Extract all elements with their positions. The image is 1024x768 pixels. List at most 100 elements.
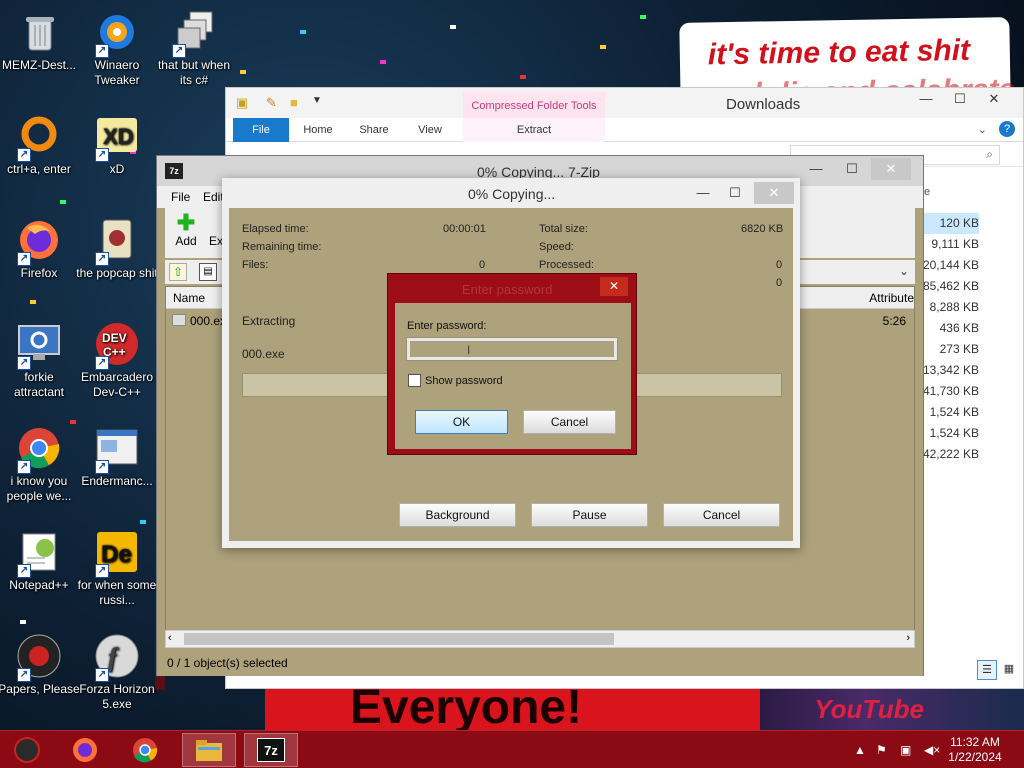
wallpaper-banner-bottom: Everyone! <box>265 686 760 732</box>
list-item[interactable]: 436 KB <box>919 318 979 339</box>
clock-time: 11:32 AM <box>950 735 1000 749</box>
customize-qat-icon[interactable]: ▼ <box>312 95 322 106</box>
taskbar-firefox[interactable] <box>58 733 112 767</box>
status-text: 0 / 1 object(s) selected <box>167 656 288 670</box>
large-icons-view-icon[interactable]: ▦ <box>999 660 1019 680</box>
taskbar-7zip[interactable]: 7z <box>244 733 298 767</box>
network-icon[interactable]: ▣ <box>900 743 911 757</box>
ribbon-tabs: File Home Share View Extract ⌄ ? <box>226 118 1023 142</box>
horizontal-scrollbar[interactable]: ‹ › <box>165 630 915 648</box>
desktop-icon-forkie[interactable]: ↗ forkie attractant <box>0 320 80 400</box>
menu-file[interactable]: File <box>171 190 190 204</box>
flag-icon[interactable]: ⚑ <box>876 743 887 757</box>
desktop-icon-enderman[interactable]: ↗ Endermanc... <box>76 424 158 489</box>
desktop-icon-label: Endermanc... <box>81 474 153 488</box>
details-view-icon[interactable]: ☰ <box>977 660 997 680</box>
extra-value: 0 <box>776 277 783 289</box>
quick-access-icon[interactable]: ▣ <box>236 95 248 111</box>
desktop-icon-forza[interactable]: f ↗ Forza Horizon 5.exe <box>76 632 158 712</box>
list-item[interactable]: 9,111 KB <box>919 234 979 255</box>
chevron-down-icon[interactable]: ⌄ <box>899 264 909 278</box>
new-folder-icon[interactable]: ■ <box>290 95 298 110</box>
ribbon-expand-icon[interactable]: ⌄ <box>978 123 987 136</box>
close-button[interactable]: ✕ <box>600 277 628 296</box>
list-item[interactable]: 42,222 KB <box>919 444 979 465</box>
add-button[interactable]: ✚ Add <box>171 212 201 249</box>
properties-icon[interactable]: ✎ <box>266 95 277 111</box>
text-cursor-icon: I <box>467 343 471 357</box>
scroll-right-icon[interactable]: › <box>906 632 910 644</box>
desktop-icon-label: i know you people we... <box>6 474 72 503</box>
list-item[interactable]: 85,462 KB <box>919 276 979 297</box>
password-input[interactable] <box>406 337 618 361</box>
window-title: Downloads <box>726 96 801 113</box>
desktop-icon-ctrla[interactable]: ↗ ctrl+a, enter <box>0 112 80 177</box>
desktop-icon-winaero[interactable]: ↗ Winaero Tweaker <box>76 8 158 88</box>
desktop-icon-popcap[interactable]: ↗ the popcap shit <box>76 216 158 281</box>
desktop-icon-chrome[interactable]: ↗ i know you people we... <box>0 424 80 504</box>
taskbar-chrome[interactable] <box>118 733 172 767</box>
search-icon: ⌕ <box>986 147 993 161</box>
list-item[interactable]: 13,342 KB <box>919 360 979 381</box>
list-item[interactable]: 273 KB <box>919 339 979 360</box>
clock[interactable]: 11:32 AM 1/22/2024 <box>940 735 1010 765</box>
tab-file[interactable]: File <box>233 118 289 142</box>
minimize-button[interactable]: — <box>909 88 943 110</box>
close-button[interactable]: ✕ <box>977 88 1011 110</box>
list-item[interactable]: 8,288 KB <box>919 297 979 318</box>
svg-text:DEV: DEV <box>102 331 127 345</box>
scroll-thumb[interactable] <box>184 633 614 645</box>
browse-icon[interactable]: ▤ <box>199 263 217 281</box>
minimize-button[interactable]: — <box>686 182 720 204</box>
desktop-icon-label: Winaero Tweaker <box>94 58 140 87</box>
tab-share[interactable]: Share <box>352 118 396 142</box>
column-attributes[interactable]: Attribute <box>869 291 914 305</box>
recycle-bin-icon <box>15 8 63 56</box>
desktop-icon-notepadpp[interactable]: ↗ Notepad++ <box>0 528 80 593</box>
volume-muted-icon[interactable]: ◀× <box>924 743 940 757</box>
desktop-icon-csharp[interactable]: ↗ that but when its c# <box>153 8 235 88</box>
up-folder-icon[interactable]: ⇧ <box>169 263 187 281</box>
show-hidden-icons-icon[interactable]: ▲ <box>854 743 866 757</box>
maximize-button[interactable]: ☐ <box>718 182 752 204</box>
tab-home[interactable]: Home <box>296 118 340 142</box>
windows-copy-icon: ↗ <box>170 8 218 58</box>
scroll-left-icon[interactable]: ‹ <box>168 632 172 644</box>
desktop-icon-xd[interactable]: XD ↗ xD <box>76 112 158 177</box>
desktop-icon-russi[interactable]: De ↗ for when some russi... <box>76 528 158 608</box>
list-item[interactable]: 41,730 KB <box>919 381 979 402</box>
tab-view[interactable]: View <box>408 118 452 142</box>
banner-line-1: it's time to eat shit <box>707 33 971 72</box>
desktop-icon-memz[interactable]: MEMZ-Dest... <box>0 8 80 73</box>
list-item[interactable]: 120 KB <box>919 213 979 234</box>
show-password-checkbox[interactable] <box>408 374 421 387</box>
minimize-button[interactable]: — <box>799 158 833 180</box>
taskbar-memz[interactable] <box>0 733 54 767</box>
menu-edit[interactable]: Edit <box>203 190 224 204</box>
list-item[interactable]: 20,144 KB <box>919 255 979 276</box>
maximize-button[interactable]: ☐ <box>835 158 869 180</box>
close-button[interactable]: ✕ <box>754 182 794 204</box>
close-button[interactable]: ✕ <box>871 158 911 180</box>
banner-bottom-text: Everyone! <box>350 686 583 732</box>
ring-icon: ↗ <box>15 112 63 162</box>
column-name[interactable]: Name <box>173 291 205 305</box>
list-item[interactable]: 1,524 KB <box>919 423 979 444</box>
desktop-icon-papers-please[interactable]: ↗ Papers, Please <box>0 632 80 697</box>
window-app-icon: ↗ <box>93 424 141 474</box>
column-size-partial: e <box>924 186 931 198</box>
pause-button[interactable]: Pause <box>531 503 648 527</box>
tab-extract[interactable]: Extract <box>463 118 605 142</box>
taskbar-file-explorer[interactable] <box>182 733 236 767</box>
desktop-icon-firefox[interactable]: ↗ Firefox <box>0 216 80 281</box>
hxd-icon: XD ↗ <box>93 112 141 162</box>
background-button[interactable]: Background <box>399 503 516 527</box>
help-icon[interactable]: ? <box>999 121 1015 137</box>
cancel-button[interactable]: Cancel <box>663 503 780 527</box>
desktop-icon-label: MEMZ-Dest... <box>2 58 76 72</box>
maximize-button[interactable]: ☐ <box>943 88 977 110</box>
cancel-button[interactable]: Cancel <box>523 410 616 434</box>
list-item[interactable]: 1,524 KB <box>919 402 979 423</box>
desktop-icon-devcpp[interactable]: DEV C++ ↗ Embarcadero Dev-C++ <box>76 320 158 400</box>
ok-button[interactable]: OK <box>415 410 508 434</box>
